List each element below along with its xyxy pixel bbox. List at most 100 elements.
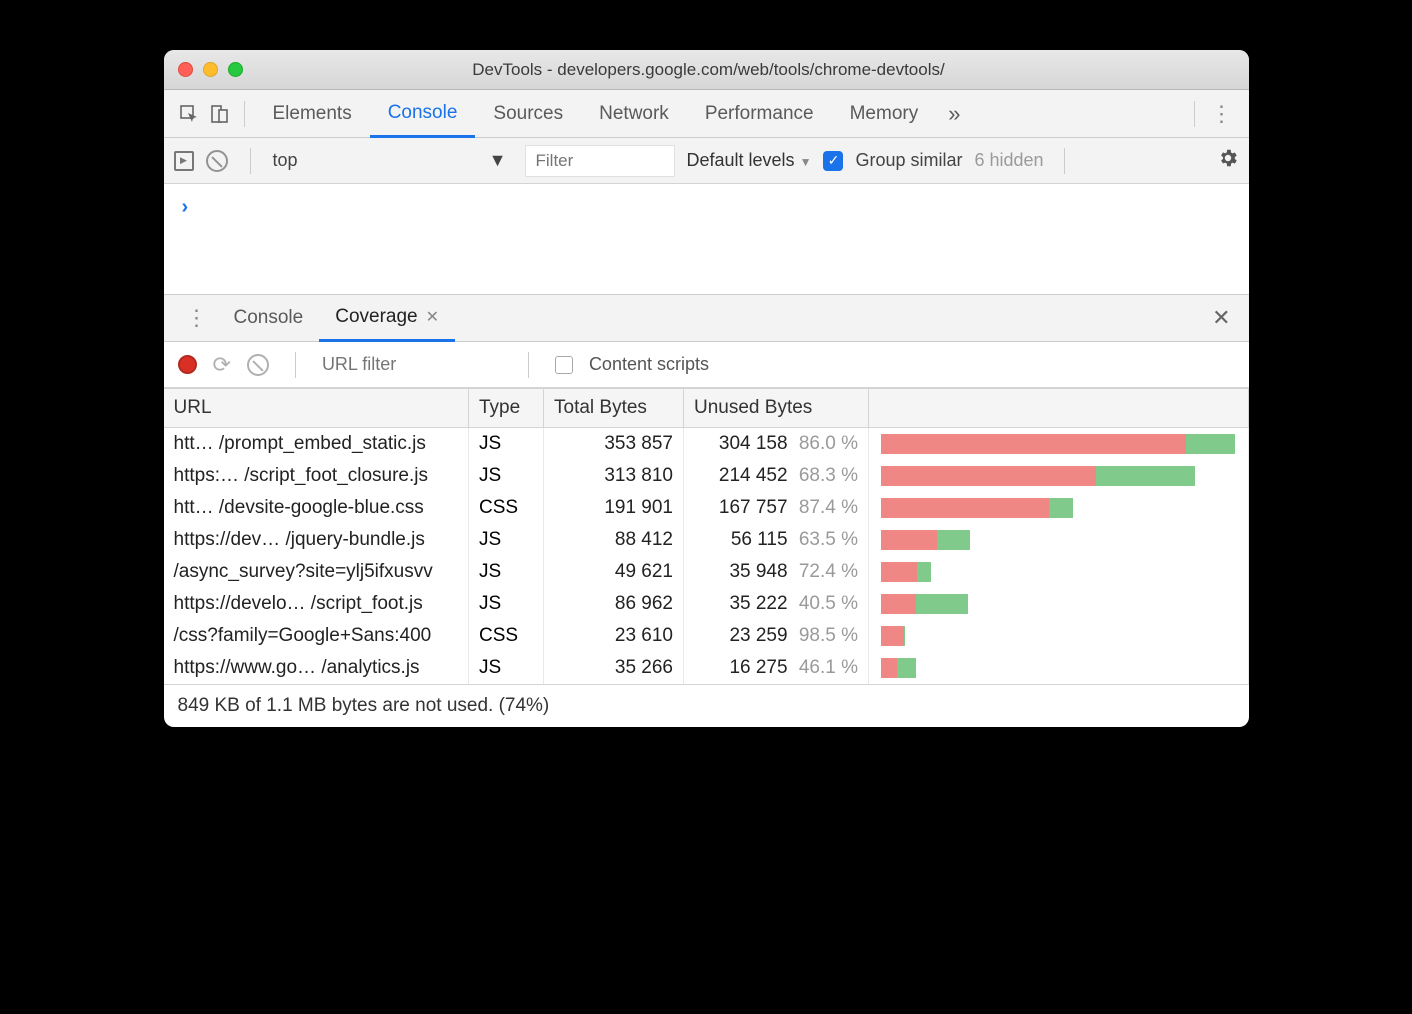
cell-total: 49 621	[544, 556, 684, 588]
drawer-tabs: ⋮ Console Coverage ✕ ✕	[164, 294, 1249, 342]
cell-bar	[869, 524, 1249, 556]
cell-url: htt… /devsite-google-blue.css	[164, 492, 469, 524]
cell-unused: 16 275 46.1 %	[684, 652, 869, 684]
tab-sources[interactable]: Sources	[475, 90, 581, 137]
drawer-tab-coverage[interactable]: Coverage ✕	[319, 296, 455, 342]
table-row[interactable]: https://develo… /script_foot.jsJS86 9623…	[164, 588, 1249, 620]
divider	[295, 352, 296, 378]
cell-url: https://dev… /jquery-bundle.js	[164, 524, 469, 556]
cell-bar	[869, 556, 1249, 588]
cell-type: CSS	[469, 492, 544, 524]
cell-bar	[869, 588, 1249, 620]
cell-unused: 56 115 63.5 %	[684, 524, 869, 556]
context-selector[interactable]: top ▼	[273, 150, 513, 171]
tab-console[interactable]: Console	[370, 91, 476, 138]
content-scripts-checkbox[interactable]	[555, 356, 573, 374]
table-row[interactable]: https:… /script_foot_closure.jsJS313 810…	[164, 460, 1249, 492]
cell-url: https:… /script_foot_closure.js	[164, 460, 469, 492]
cell-total: 35 266	[544, 652, 684, 684]
console-settings-icon[interactable]	[1217, 147, 1239, 174]
table-row[interactable]: htt… /prompt_embed_static.jsJS353 857304…	[164, 428, 1249, 461]
main-tabs: Elements Console Sources Network Perform…	[164, 90, 1249, 138]
col-unused[interactable]: Unused Bytes	[684, 389, 869, 428]
tab-performance[interactable]: Performance	[687, 90, 832, 137]
cell-bar	[869, 652, 1249, 684]
cell-bar	[869, 460, 1249, 492]
drawer-tab-console[interactable]: Console	[218, 295, 320, 341]
content-scripts-label: Content scripts	[589, 354, 709, 375]
show-sidebar-icon[interactable]	[174, 151, 194, 171]
cell-type: JS	[469, 556, 544, 588]
col-bar[interactable]	[869, 389, 1249, 428]
divider	[528, 352, 529, 378]
table-row[interactable]: https://dev… /jquery-bundle.jsJS88 41256…	[164, 524, 1249, 556]
col-type[interactable]: Type	[469, 389, 544, 428]
chevron-down-icon: ▼	[489, 150, 507, 171]
tab-memory[interactable]: Memory	[832, 90, 937, 137]
cell-unused: 167 757 87.4 %	[684, 492, 869, 524]
window-title: DevTools - developers.google.com/web/too…	[183, 60, 1235, 80]
clear-console-icon[interactable]	[206, 150, 228, 172]
console-prompt-icon: ›	[182, 196, 189, 218]
col-total[interactable]: Total Bytes	[544, 389, 684, 428]
cell-total: 191 901	[544, 492, 684, 524]
close-tab-icon[interactable]: ✕	[426, 307, 439, 327]
divider	[250, 148, 251, 174]
url-filter-input[interactable]	[322, 354, 502, 375]
cell-url: /async_survey?site=ylj5ifxusvv	[164, 556, 469, 588]
record-button[interactable]	[178, 355, 197, 374]
cell-type: JS	[469, 588, 544, 620]
tab-network[interactable]: Network	[581, 90, 687, 137]
cell-total: 23 610	[544, 620, 684, 652]
group-similar-label: Group similar	[855, 150, 962, 171]
titlebar: DevTools - developers.google.com/web/too…	[164, 50, 1249, 90]
cell-total: 353 857	[544, 428, 684, 461]
cell-type: JS	[469, 652, 544, 684]
cell-total: 88 412	[544, 524, 684, 556]
device-toolbar-icon[interactable]	[204, 99, 234, 129]
console-toolbar: top ▼ Default levels ▼ ✓ Group similar 6…	[164, 138, 1249, 184]
context-value: top	[273, 150, 298, 171]
table-row[interactable]: /async_survey?site=ylj5ifxusvvJS49 62135…	[164, 556, 1249, 588]
console-filter-input[interactable]	[525, 145, 675, 177]
cell-total: 313 810	[544, 460, 684, 492]
tabs-overflow-button[interactable]: »	[936, 101, 972, 127]
group-similar-checkbox[interactable]: ✓	[823, 151, 843, 171]
table-row[interactable]: htt… /devsite-google-blue.cssCSS191 9011…	[164, 492, 1249, 524]
table-row[interactable]: /css?family=Google+Sans:400CSS23 61023 2…	[164, 620, 1249, 652]
table-row[interactable]: https://www.go… /analytics.jsJS35 26616 …	[164, 652, 1249, 684]
cell-total: 86 962	[544, 588, 684, 620]
inspect-element-icon[interactable]	[174, 99, 204, 129]
cell-type: JS	[469, 460, 544, 492]
close-drawer-icon[interactable]: ✕	[1206, 305, 1236, 331]
levels-selector[interactable]: Default levels ▼	[687, 150, 812, 171]
cell-type: CSS	[469, 620, 544, 652]
cell-bar	[869, 620, 1249, 652]
clear-coverage-icon[interactable]	[247, 354, 269, 376]
cell-url: https://www.go… /analytics.js	[164, 652, 469, 684]
divider	[1194, 101, 1195, 127]
cell-type: JS	[469, 524, 544, 556]
devtools-window: DevTools - developers.google.com/web/too…	[164, 50, 1249, 727]
drawer-menu-button[interactable]: ⋮	[176, 305, 218, 331]
cell-unused: 214 452 68.3 %	[684, 460, 869, 492]
main-menu-button[interactable]: ⋮	[1205, 101, 1239, 127]
coverage-status: 849 KB of 1.1 MB bytes are not used. (74…	[164, 684, 1249, 727]
col-url[interactable]: URL	[164, 389, 469, 428]
hidden-count[interactable]: 6 hidden	[975, 150, 1044, 171]
cell-type: JS	[469, 428, 544, 461]
divider	[1064, 148, 1065, 174]
cell-unused: 35 948 72.4 %	[684, 556, 869, 588]
reload-icon[interactable]: ⟳	[213, 352, 231, 378]
cell-unused: 35 222 40.5 %	[684, 588, 869, 620]
cell-bar	[869, 428, 1249, 461]
chevron-down-icon: ▼	[800, 155, 812, 169]
cell-bar	[869, 492, 1249, 524]
cell-url: htt… /prompt_embed_static.js	[164, 428, 469, 461]
coverage-table: URL Type Total Bytes Unused Bytes htt… /…	[164, 388, 1249, 684]
console-output[interactable]: ›	[164, 184, 1249, 294]
tab-elements[interactable]: Elements	[255, 90, 370, 137]
cell-url: https://develo… /script_foot.js	[164, 588, 469, 620]
cell-unused: 304 158 86.0 %	[684, 428, 869, 461]
coverage-toolbar: ⟳ Content scripts	[164, 342, 1249, 388]
